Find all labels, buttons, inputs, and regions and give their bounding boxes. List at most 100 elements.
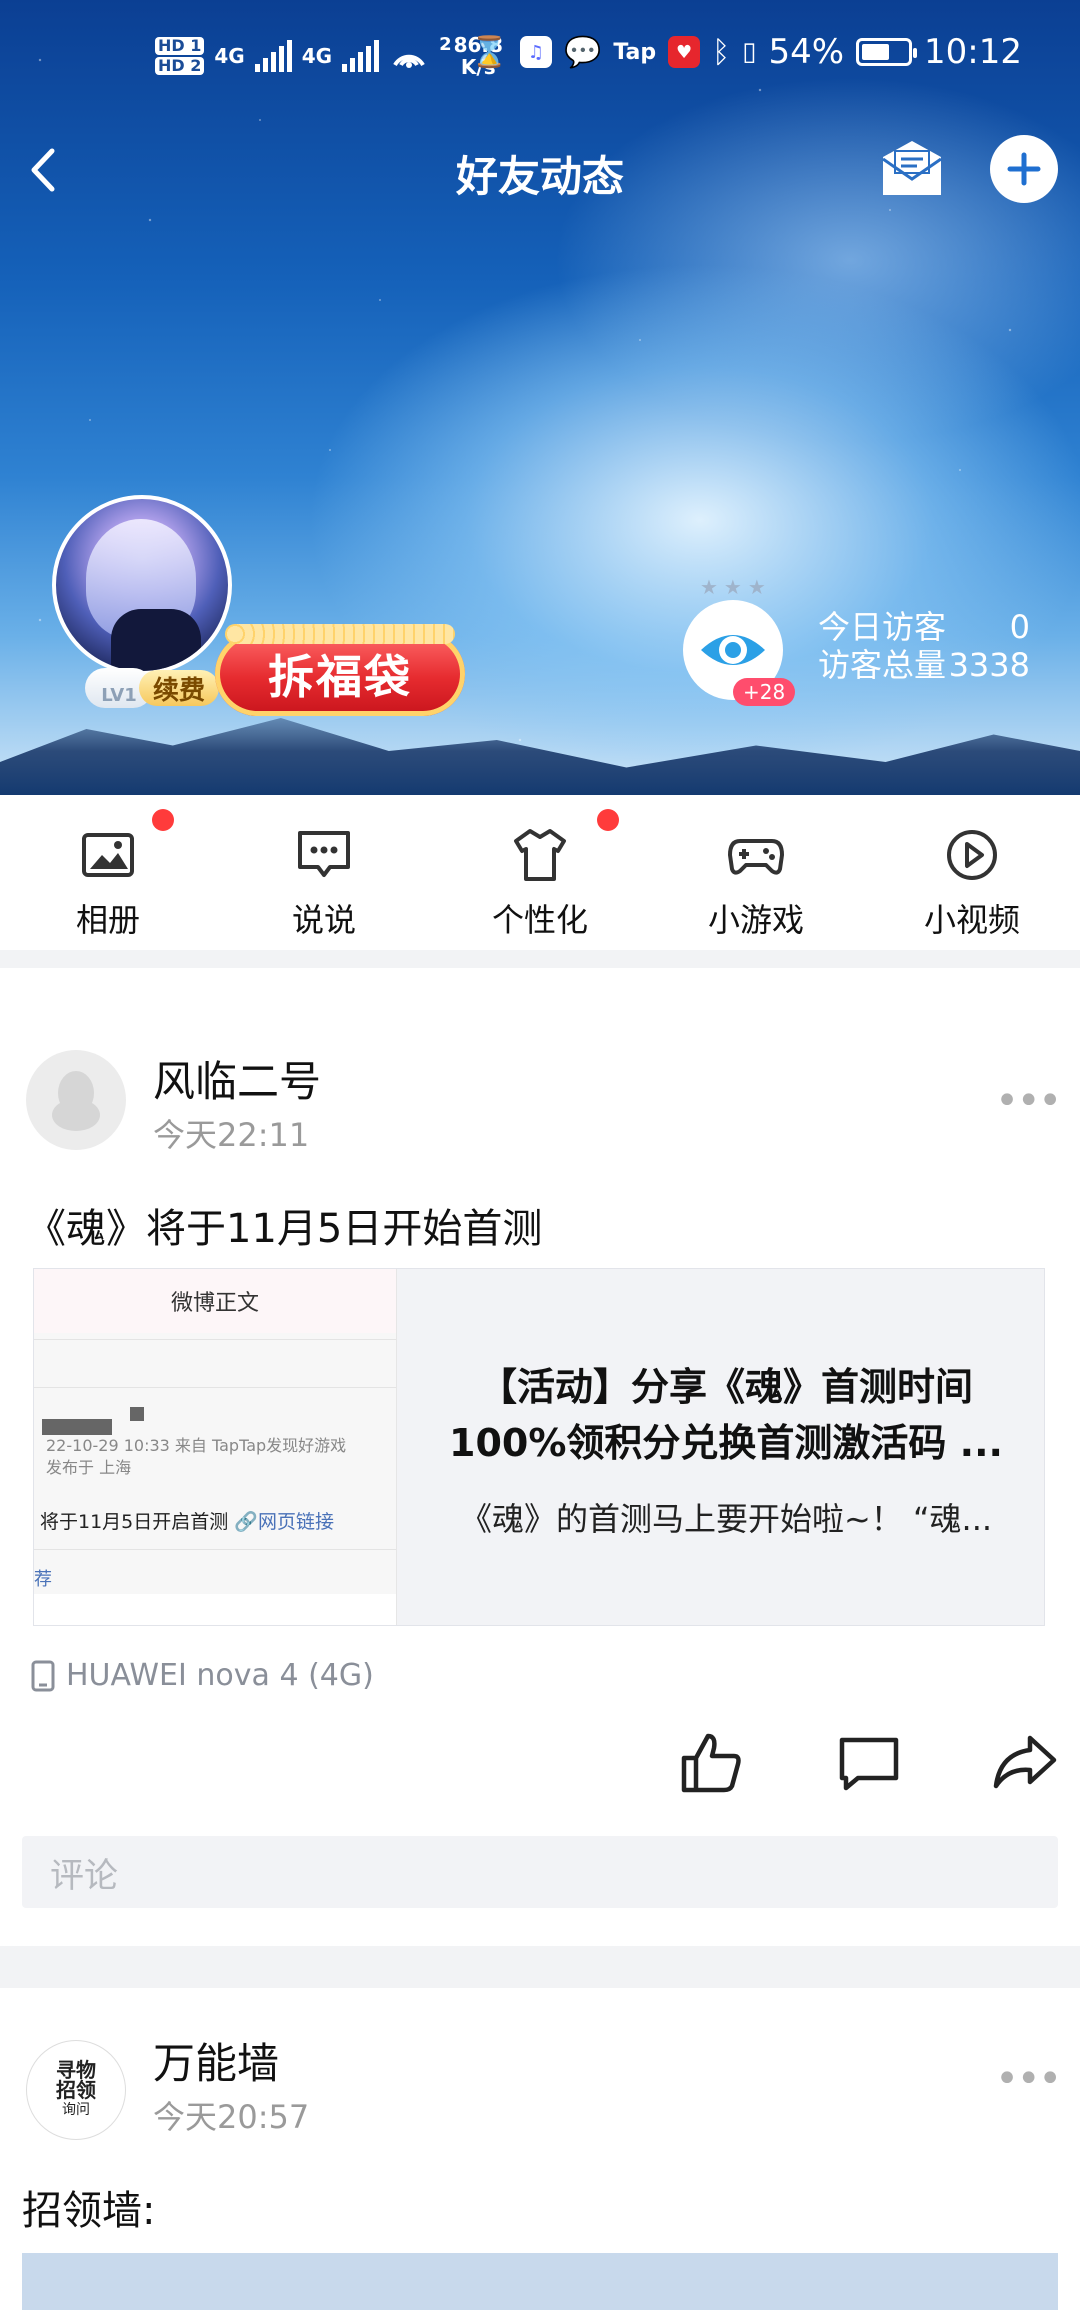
hd1-badge: HD 1 — [155, 37, 205, 55]
signal-1-icon — [254, 40, 292, 72]
level-badge[interactable]: LV1 续费 — [85, 668, 220, 708]
rating-stars: ★★★ — [700, 575, 772, 599]
thumb-image-strip — [34, 1594, 396, 1625]
link-title-line-1: 【活动】分享《魂》首测时间 — [478, 1365, 973, 1409]
thumb-body: 将于11月5日开启首测 🔗网页链接 — [40, 1507, 334, 1534]
link-title: 【活动】分享《魂》首测时间 100%领积分兑换首测激活码 ... — [426, 1359, 1026, 1471]
today-visitors-value: 0 — [1009, 608, 1030, 646]
battery-percent: 54% — [768, 32, 845, 72]
thumb-divider-2 — [34, 1387, 396, 1388]
feature-tabs: 相册 说说 个性化 小游戏 小视频 — [0, 795, 1080, 950]
taptap-icon: Tap — [613, 39, 657, 65]
bluetooth-icon: ᛒ — [712, 34, 731, 70]
thumb-body-text: 将于11月5日开启首测 — [40, 1511, 229, 1533]
thumb-divider-3 — [34, 1549, 396, 1550]
status-left: HD 1 HD 2 4G 4G 2 86.8 K/s — [155, 34, 503, 78]
post-author-name[interactable]: 风临二号 — [153, 1048, 321, 1109]
thumb-divider-1 — [34, 1339, 396, 1340]
top-nav: 好友动态 — [0, 135, 1080, 205]
post-actions — [0, 1728, 1080, 1818]
tab-shuoshuo-label: 说说 — [291, 901, 356, 939]
tab-personalize-label: 个性化 — [491, 901, 588, 939]
link-description: 《魂》的首测马上要开始啦~！ “魂... — [459, 1500, 993, 1538]
play-circle-icon — [947, 830, 997, 880]
thumb-meta-line-2: 发布于 上海 — [46, 1458, 132, 1477]
post2-author-avatar[interactable]: 寻物 招领 询问 — [26, 2040, 126, 2140]
tab-minigames-label: 小游戏 — [707, 901, 804, 939]
link-thumbnail: 微博正文 22-10-29 10:33 来自 TapTap发现好游戏 发布于 上… — [34, 1269, 397, 1625]
tab-shortvideo[interactable]: 小视频 — [864, 795, 1080, 950]
chat-app-icon: 💬 — [564, 34, 602, 70]
total-visitors-row: 访客总量 3338 — [818, 646, 1030, 684]
wall-avatar-text: 寻物 招领 询问 — [56, 2060, 96, 2120]
like-thumbs-up-icon[interactable] — [676, 1728, 746, 1798]
post2-author-name[interactable]: 万能墙 — [153, 2030, 279, 2091]
tab-shuoshuo[interactable]: 说说 — [216, 795, 432, 950]
post2-time: 今天20:57 — [153, 2098, 310, 2136]
eye-icon — [701, 635, 765, 665]
today-visitors-label: 今日访客 — [818, 608, 947, 646]
gift-app-icon: ♥ — [668, 36, 701, 68]
wall-avatar-line-2: 招领 — [56, 2078, 96, 2102]
thumb-header: 微博正文 — [34, 1269, 396, 1333]
post2-image[interactable] — [22, 2253, 1058, 2310]
lucky-bag-button[interactable]: 拆福袋 — [215, 624, 465, 716]
wall-avatar-line-3: 询问 — [62, 2102, 90, 2118]
tshirt-icon — [514, 829, 566, 881]
net-speed-prefix: 2 — [439, 34, 452, 55]
plus-icon — [1007, 152, 1041, 186]
tab-album-label: 相册 — [75, 901, 140, 939]
battery-icon — [856, 38, 918, 66]
music-app-icon: ♫ — [520, 36, 552, 68]
profile-header: HD 1 HD 2 4G 4G 2 86.8 K/s ⌛ ♫ 💬 Tap ♥ ᛒ… — [0, 0, 1080, 795]
tab-shortvideo-label: 小视频 — [923, 901, 1020, 939]
visitor-stats[interactable]: 今日访客 0 访客总量 3338 — [818, 608, 1030, 684]
more-options-icon[interactable]: ••• — [995, 1078, 1062, 1124]
vibrate-icon: ▯ — [742, 37, 757, 67]
post-author-avatar[interactable] — [26, 1050, 126, 1150]
tab-personalize[interactable]: 个性化 — [432, 795, 648, 950]
chat-bubble-icon — [298, 831, 350, 877]
shared-link-card[interactable]: 微博正文 22-10-29 10:33 来自 TapTap发现好游戏 发布于 上… — [33, 1268, 1045, 1626]
total-visitors-label: 访客总量 — [818, 646, 947, 684]
wifi-hotspot-icon — [393, 54, 425, 68]
thumb-meta-line-1: 22-10-29 10:33 来自 TapTap发现好游戏 — [46, 1436, 347, 1455]
wall-avatar-line-1: 寻物 — [56, 2058, 96, 2082]
thumb-redacted-1 — [42, 1419, 112, 1435]
thumb-meta: 22-10-29 10:33 来自 TapTap发现好游戏 发布于 上海 — [46, 1435, 346, 1479]
post2-more-options-icon[interactable]: ••• — [995, 2056, 1062, 2102]
personalize-notification-dot — [597, 809, 619, 831]
tab-minigames[interactable]: 小游戏 — [648, 795, 864, 950]
visitor-new-badge: +28 — [733, 678, 796, 706]
total-visitors-value: 3338 — [948, 646, 1030, 684]
today-visitors-row: 今日访客 0 — [818, 608, 1030, 646]
signal-2-icon — [342, 40, 380, 72]
hourglass-icon: ⌛ — [470, 34, 508, 70]
renew-badge[interactable]: 续费 — [139, 670, 220, 706]
default-penguin-avatar-icon — [52, 1071, 100, 1131]
comment-input[interactable]: 评论 — [22, 1836, 1058, 1908]
feed-post-2: 寻物 招领 询问 万能墙 今天20:57 ••• 招领墙: — [0, 1988, 1080, 2310]
phone-icon — [31, 1660, 55, 1691]
thumb-recommend: 荐 — [34, 1569, 52, 1590]
messages-icon[interactable] — [879, 137, 945, 199]
gamepad-icon — [728, 839, 784, 875]
feed-post: 风临二号 今天22:11 ••• 《魂》将于11月5日开始首测 微博正文 22-… — [0, 968, 1080, 1946]
clock: 10:12 — [924, 32, 1022, 72]
share-icon[interactable] — [990, 1728, 1060, 1798]
album-notification-dot — [152, 809, 174, 831]
post-device: HUAWEI nova 4 (4G) — [30, 1658, 374, 1693]
hd-badges: HD 1 HD 2 — [155, 36, 205, 76]
post2-text: 招领墙: — [22, 2188, 156, 2234]
post-text: 《魂》将于11月5日开始首测 — [26, 1206, 543, 1252]
tab-album[interactable]: 相册 — [0, 795, 216, 950]
network-type-1: 4G — [214, 44, 245, 68]
thumb-redacted-2 — [130, 1407, 144, 1421]
link-title-line-2: 100%领积分兑换首测激活码 ... — [449, 1421, 1003, 1465]
add-post-button[interactable] — [990, 135, 1058, 203]
comment-icon[interactable] — [834, 1728, 904, 1798]
photo-album-icon — [82, 833, 134, 877]
device-name: HUAWEI nova 4 (4G) — [66, 1658, 374, 1693]
user-avatar[interactable] — [52, 495, 232, 675]
status-bar: HD 1 HD 2 4G 4G 2 86.8 K/s ⌛ ♫ 💬 Tap ♥ ᛒ… — [0, 28, 1080, 98]
